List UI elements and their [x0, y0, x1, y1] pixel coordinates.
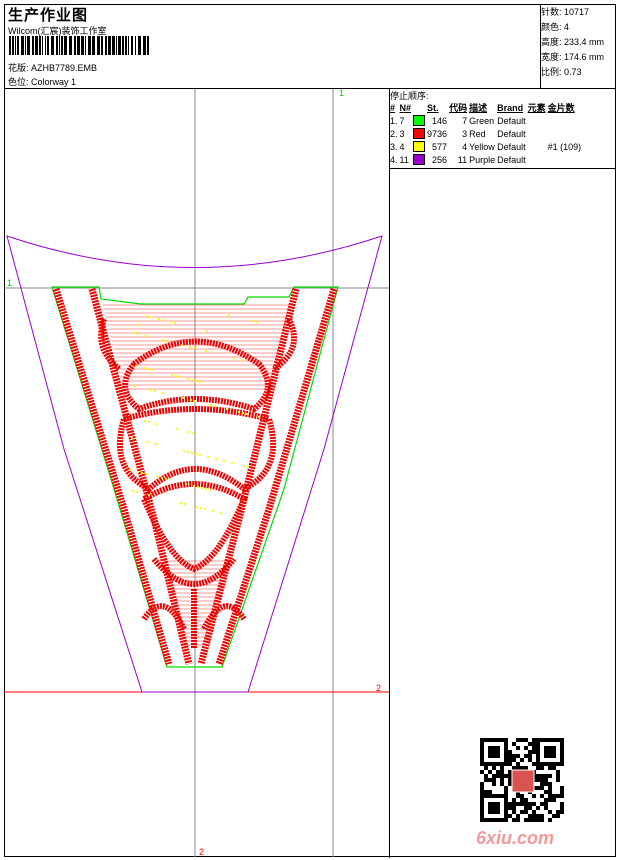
row-index: 3. [390, 141, 398, 152]
page-title: 生产作业图 [8, 7, 89, 24]
panel-divider [389, 88, 390, 858]
colorway-value: Colorway 1 [31, 77, 77, 87]
row-code: 11 [457, 154, 468, 165]
row-stitches: 9736 [427, 128, 448, 139]
row-brand: Default [497, 115, 526, 126]
info-colors: 颜色: 4 [541, 22, 570, 32]
row-needle: 4 [399, 141, 405, 152]
design-file: 花版: AZHB7789.EMB [8, 61, 97, 74]
row-sequins [547, 127, 583, 140]
row-brand: Default [497, 141, 526, 152]
info-scale: 比例: 0.73 [541, 67, 582, 77]
table-row: 3. 4 577 4 Yellow Default #1 (109) [389, 140, 582, 153]
color-swatch [412, 153, 426, 166]
design-value: AZHB7789.EMB [31, 63, 98, 73]
info-height: 高度: 233.4 mm [541, 37, 605, 47]
table-header: # N# St. 代码 描述 Brand 元素 金片数 [390, 102, 575, 114]
row-description: Green [469, 115, 495, 126]
left-marker: 1 [7, 278, 12, 288]
bottom-marker: 2 [199, 847, 204, 857]
table-row: 4. 11 256 11 Purple Default [389, 153, 582, 166]
row-stitches: 577 [432, 141, 448, 152]
color-swatch [412, 127, 426, 140]
row-description: Red [469, 128, 486, 139]
row-sequins [547, 114, 583, 127]
row-description: Yellow [469, 141, 495, 152]
stop-sequence-table: # N# St. 代码 描述 Brand 元素 金片数 1. 7 146 7 G… [389, 101, 582, 166]
colorway: 色位: Colorway 1 [8, 75, 76, 88]
color-swatch [412, 140, 426, 153]
row-element [527, 153, 547, 166]
row-element [527, 140, 547, 153]
row-stitches: 146 [432, 115, 448, 126]
row-index: 4. [390, 154, 398, 165]
color-swatch [412, 114, 426, 127]
row-description: Purple [469, 154, 496, 165]
design-info: 针数: 10717 颜色: 4 高度: 233.4 mm 宽度: 174.6 m… [541, 5, 604, 80]
row-index: 1. [390, 115, 398, 126]
row-index: 2. [390, 128, 398, 139]
table-row: 1. 7 146 7 Green Default [389, 114, 582, 127]
row-stitches: 256 [432, 154, 448, 165]
row-needle: 7 [399, 115, 405, 126]
row-code: 7 [462, 115, 468, 126]
design-canvas: 1 1 2 2 [4, 89, 389, 857]
right-marker: 2 [376, 683, 381, 693]
row-sequins: #1 (109) [547, 141, 582, 152]
info-width: 宽度: 174.6 mm [541, 52, 605, 62]
colorway-label: 色位: [8, 77, 29, 87]
table-row: 2. 3 9736 3 Red Default [389, 127, 582, 140]
watermark: 6xiu.com [476, 828, 555, 848]
barcode [9, 36, 149, 55]
info-stitches: 针数: 10717 [541, 7, 590, 17]
row-code: 4 [462, 141, 468, 152]
row-code: 3 [462, 128, 468, 139]
row-brand: Default [497, 154, 526, 165]
row-needle: 11 [399, 154, 409, 165]
row-element [527, 114, 547, 127]
row-brand: Default [497, 128, 526, 139]
design-label: 花版: [8, 63, 29, 73]
row-sequins [547, 153, 583, 166]
row-element [527, 127, 547, 140]
top-marker: 1 [339, 89, 344, 98]
table-divider [389, 168, 616, 169]
qr-code [480, 738, 564, 822]
row-needle: 3 [399, 128, 405, 139]
red-flower-motif [98, 317, 297, 649]
